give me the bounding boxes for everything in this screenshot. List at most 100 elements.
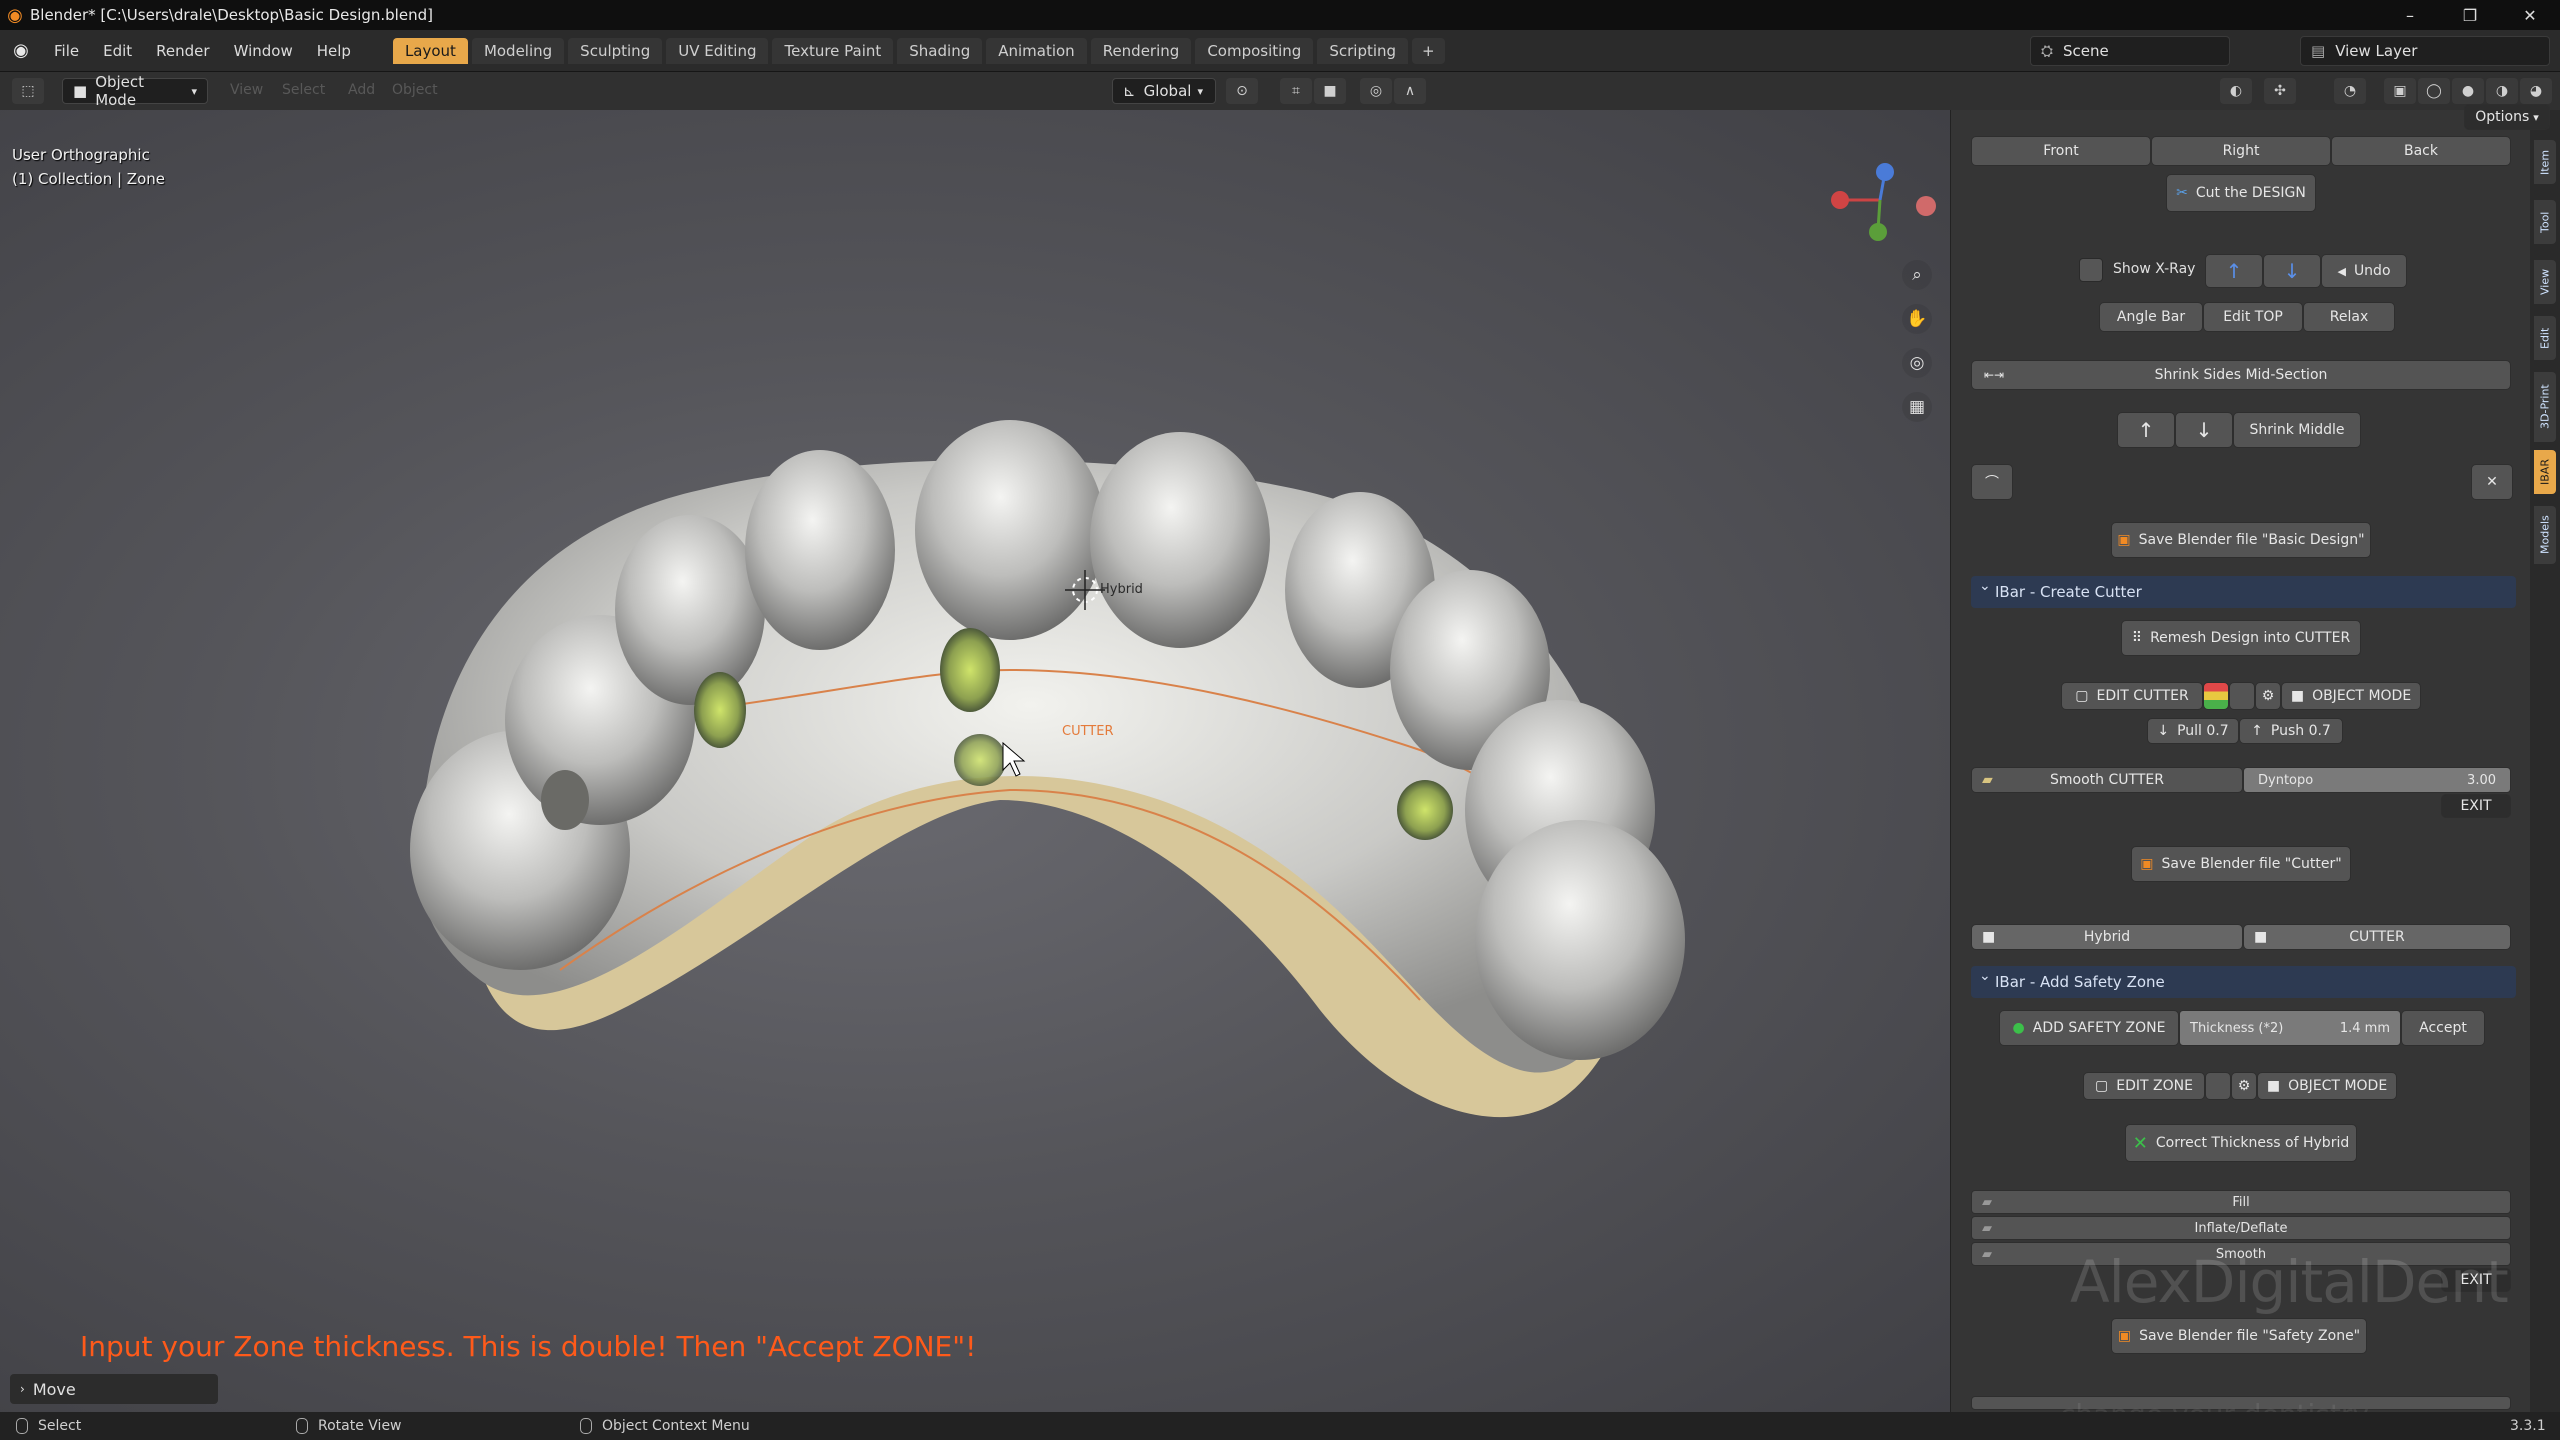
editor-type-icon[interactable]: ⬚: [12, 78, 44, 104]
fill-brush-button[interactable]: ▰ Fill: [1971, 1190, 2511, 1214]
edit-cutter-button[interactable]: ▢ EDIT CUTTER: [2061, 682, 2203, 710]
proportional-edit-icon[interactable]: ◎: [1360, 78, 1392, 104]
curve-tool-button[interactable]: ⌒: [1971, 464, 2013, 500]
3d-viewport[interactable]: User Orthographic (1) Collection | Zone …: [0, 110, 1950, 1412]
create-cutter-header[interactable]: IBar - Create Cutter: [1971, 576, 2516, 608]
push-button[interactable]: ↑ Push 0.7: [2239, 718, 2343, 744]
menu-add[interactable]: Add: [348, 82, 375, 98]
pan-hand-icon[interactable]: ✋: [1902, 304, 1932, 334]
front-view-button[interactable]: Front: [1971, 136, 2151, 166]
maximize-button[interactable]: ❐: [2440, 0, 2500, 30]
menu-object[interactable]: Object: [392, 82, 438, 98]
camera-icon[interactable]: ◎: [1902, 348, 1932, 378]
inflate-brush-button[interactable]: ▰ Inflate/Deflate: [1971, 1216, 2511, 1240]
move-up-button[interactable]: ↑: [2205, 254, 2263, 288]
move-down-button[interactable]: ↓: [2263, 254, 2321, 288]
tab-animation[interactable]: Animation: [986, 37, 1087, 64]
snap-target-icon[interactable]: ■: [1314, 78, 1346, 104]
menu-edit[interactable]: Edit: [91, 30, 144, 72]
relax-button[interactable]: Relax: [2303, 302, 2395, 332]
sidebar-tab-edit[interactable]: Edit: [2534, 316, 2556, 360]
tab-modeling[interactable]: Modeling: [471, 37, 565, 64]
menu-help[interactable]: Help: [305, 30, 363, 72]
safety-zone-header[interactable]: IBar - Add Safety Zone: [1971, 966, 2516, 998]
mode-dropdown[interactable]: ■ Object Mode ▾: [62, 73, 208, 109]
save-safety-zone-button[interactable]: ▣ Save Blender file "Safety Zone": [2111, 1318, 2367, 1354]
gear-icon[interactable]: ⚙: [2255, 682, 2281, 710]
right-view-button[interactable]: Right: [2151, 136, 2331, 166]
snap-icon[interactable]: ⌗: [1280, 78, 1312, 104]
accept-button[interactable]: Accept: [2401, 1010, 2485, 1046]
sidebar-tab-item[interactable]: Item: [2534, 140, 2556, 184]
undo-button[interactable]: ◀ Undo: [2321, 254, 2407, 288]
sidebar-tab-tool[interactable]: Tool: [2534, 200, 2556, 244]
scene-selector[interactable]: ⛭ Scene: [2030, 36, 2230, 66]
tab-uv-editing[interactable]: UV Editing: [666, 37, 769, 64]
shading-material-icon[interactable]: ◑: [2486, 78, 2518, 104]
save-basic-design-button[interactable]: ▣ Save Blender file "Basic Design": [2111, 522, 2371, 558]
remove-button[interactable]: ✕: [2471, 464, 2513, 500]
cut-design-button[interactable]: ✂ Cut the DESIGN: [2166, 174, 2316, 212]
pull-button[interactable]: ↓ Pull 0.7: [2147, 718, 2239, 744]
show-xray-checkbox[interactable]: [2079, 258, 2103, 282]
overlay-icon[interactable]: ◔: [2334, 78, 2366, 104]
pivot-icon[interactable]: ⊙: [1226, 78, 1258, 104]
cutter-visibility-button[interactable]: ■ CUTTER: [2243, 924, 2511, 950]
shrink-up-button[interactable]: ↑: [2117, 412, 2175, 448]
correct-thickness-button[interactable]: ✕ Correct Thickness of Hybrid: [2125, 1124, 2357, 1162]
last-operation-panel[interactable]: › Move: [10, 1374, 218, 1404]
tab-scripting[interactable]: Scripting: [1317, 37, 1409, 64]
wire-toggle-icon[interactable]: [2205, 1072, 2231, 1100]
shrink-sides-button[interactable]: ⇤⇥ Shrink Sides Mid-Section: [1971, 360, 2511, 390]
add-safety-zone-button[interactable]: ● ADD SAFETY ZONE: [1999, 1010, 2179, 1046]
tab-layout[interactable]: Layout: [392, 37, 468, 64]
shading-rendered-icon[interactable]: ◕: [2520, 78, 2552, 104]
menu-window[interactable]: Window: [222, 30, 305, 72]
grid-icon[interactable]: ▦: [1902, 392, 1932, 422]
zoom-icon[interactable]: ⌕: [1902, 260, 1932, 290]
angle-bar-button[interactable]: Angle Bar: [2099, 302, 2203, 332]
view-layer-selector[interactable]: ▤ View Layer: [2300, 36, 2550, 66]
tab-rendering[interactable]: Rendering: [1090, 37, 1192, 64]
navigation-gizmo[interactable]: [1831, 163, 1936, 241]
sidebar-tab-3d-print[interactable]: 3D-Print: [2534, 372, 2556, 442]
dental-model-canvas[interactable]: [0, 110, 1950, 1412]
sidebar-tab-ibar[interactable]: IBAR: [2534, 450, 2556, 494]
tab-sculpting[interactable]: Sculpting: [568, 37, 663, 64]
edit-zone-button[interactable]: ▢ EDIT ZONE: [2083, 1072, 2205, 1100]
shading-solid-icon[interactable]: ●: [2452, 78, 2484, 104]
tab-texture-paint[interactable]: Texture Paint: [772, 37, 894, 64]
object-mode-button[interactable]: ■ OBJECT MODE: [2257, 1072, 2397, 1100]
minimize-button[interactable]: –: [2380, 0, 2440, 30]
edit-top-button[interactable]: Edit TOP: [2203, 302, 2303, 332]
hybrid-visibility-button[interactable]: ■ Hybrid: [1971, 924, 2243, 950]
smooth-cutter-button[interactable]: ▰ Smooth CUTTER: [1971, 767, 2243, 793]
shrink-middle-button[interactable]: Shrink Middle: [2233, 412, 2361, 448]
gizmo-icon[interactable]: ✣: [2264, 78, 2296, 104]
menu-file[interactable]: File: [42, 30, 91, 72]
exit-button[interactable]: EXIT: [2441, 794, 2511, 818]
dyntopo-slider[interactable]: Dyntopo 3.00: [2243, 767, 2511, 793]
wire-toggle-icon[interactable]: [2229, 682, 2255, 710]
visibility-icon[interactable]: ◐: [2220, 78, 2252, 104]
falloff-icon[interactable]: ∧: [1394, 78, 1426, 104]
thickness-input[interactable]: Thickness (*2) 1.4 mm: [2179, 1010, 2401, 1046]
options-dropdown[interactable]: Options ▾: [2464, 104, 2550, 130]
gear-icon[interactable]: ⚙: [2231, 1072, 2257, 1100]
shrink-down-button[interactable]: ↓: [2175, 412, 2233, 448]
menu-select[interactable]: Select: [282, 82, 325, 98]
menu-render[interactable]: Render: [144, 30, 221, 72]
transform-orientation-dropdown[interactable]: ⊾ Global ▾: [1112, 78, 1216, 104]
object-mode-button[interactable]: ■ OBJECT MODE: [2281, 682, 2421, 710]
xray-toggle-icon[interactable]: ▣: [2384, 78, 2416, 104]
shading-wire-icon[interactable]: ◯: [2418, 78, 2450, 104]
sidebar-tab-models[interactable]: Models: [2534, 506, 2556, 564]
sidebar-tab-view[interactable]: View: [2534, 260, 2556, 304]
tab-shading[interactable]: Shading: [897, 37, 983, 64]
close-window-button[interactable]: ✕: [2500, 0, 2560, 30]
remesh-button[interactable]: ⠿ Remesh Design into CUTTER: [2121, 620, 2361, 656]
tab-compositing[interactable]: Compositing: [1195, 37, 1314, 64]
back-view-button[interactable]: Back: [2331, 136, 2511, 166]
color-legend-icon[interactable]: [2203, 682, 2229, 710]
blender-menu-icon[interactable]: ◉: [0, 40, 42, 61]
